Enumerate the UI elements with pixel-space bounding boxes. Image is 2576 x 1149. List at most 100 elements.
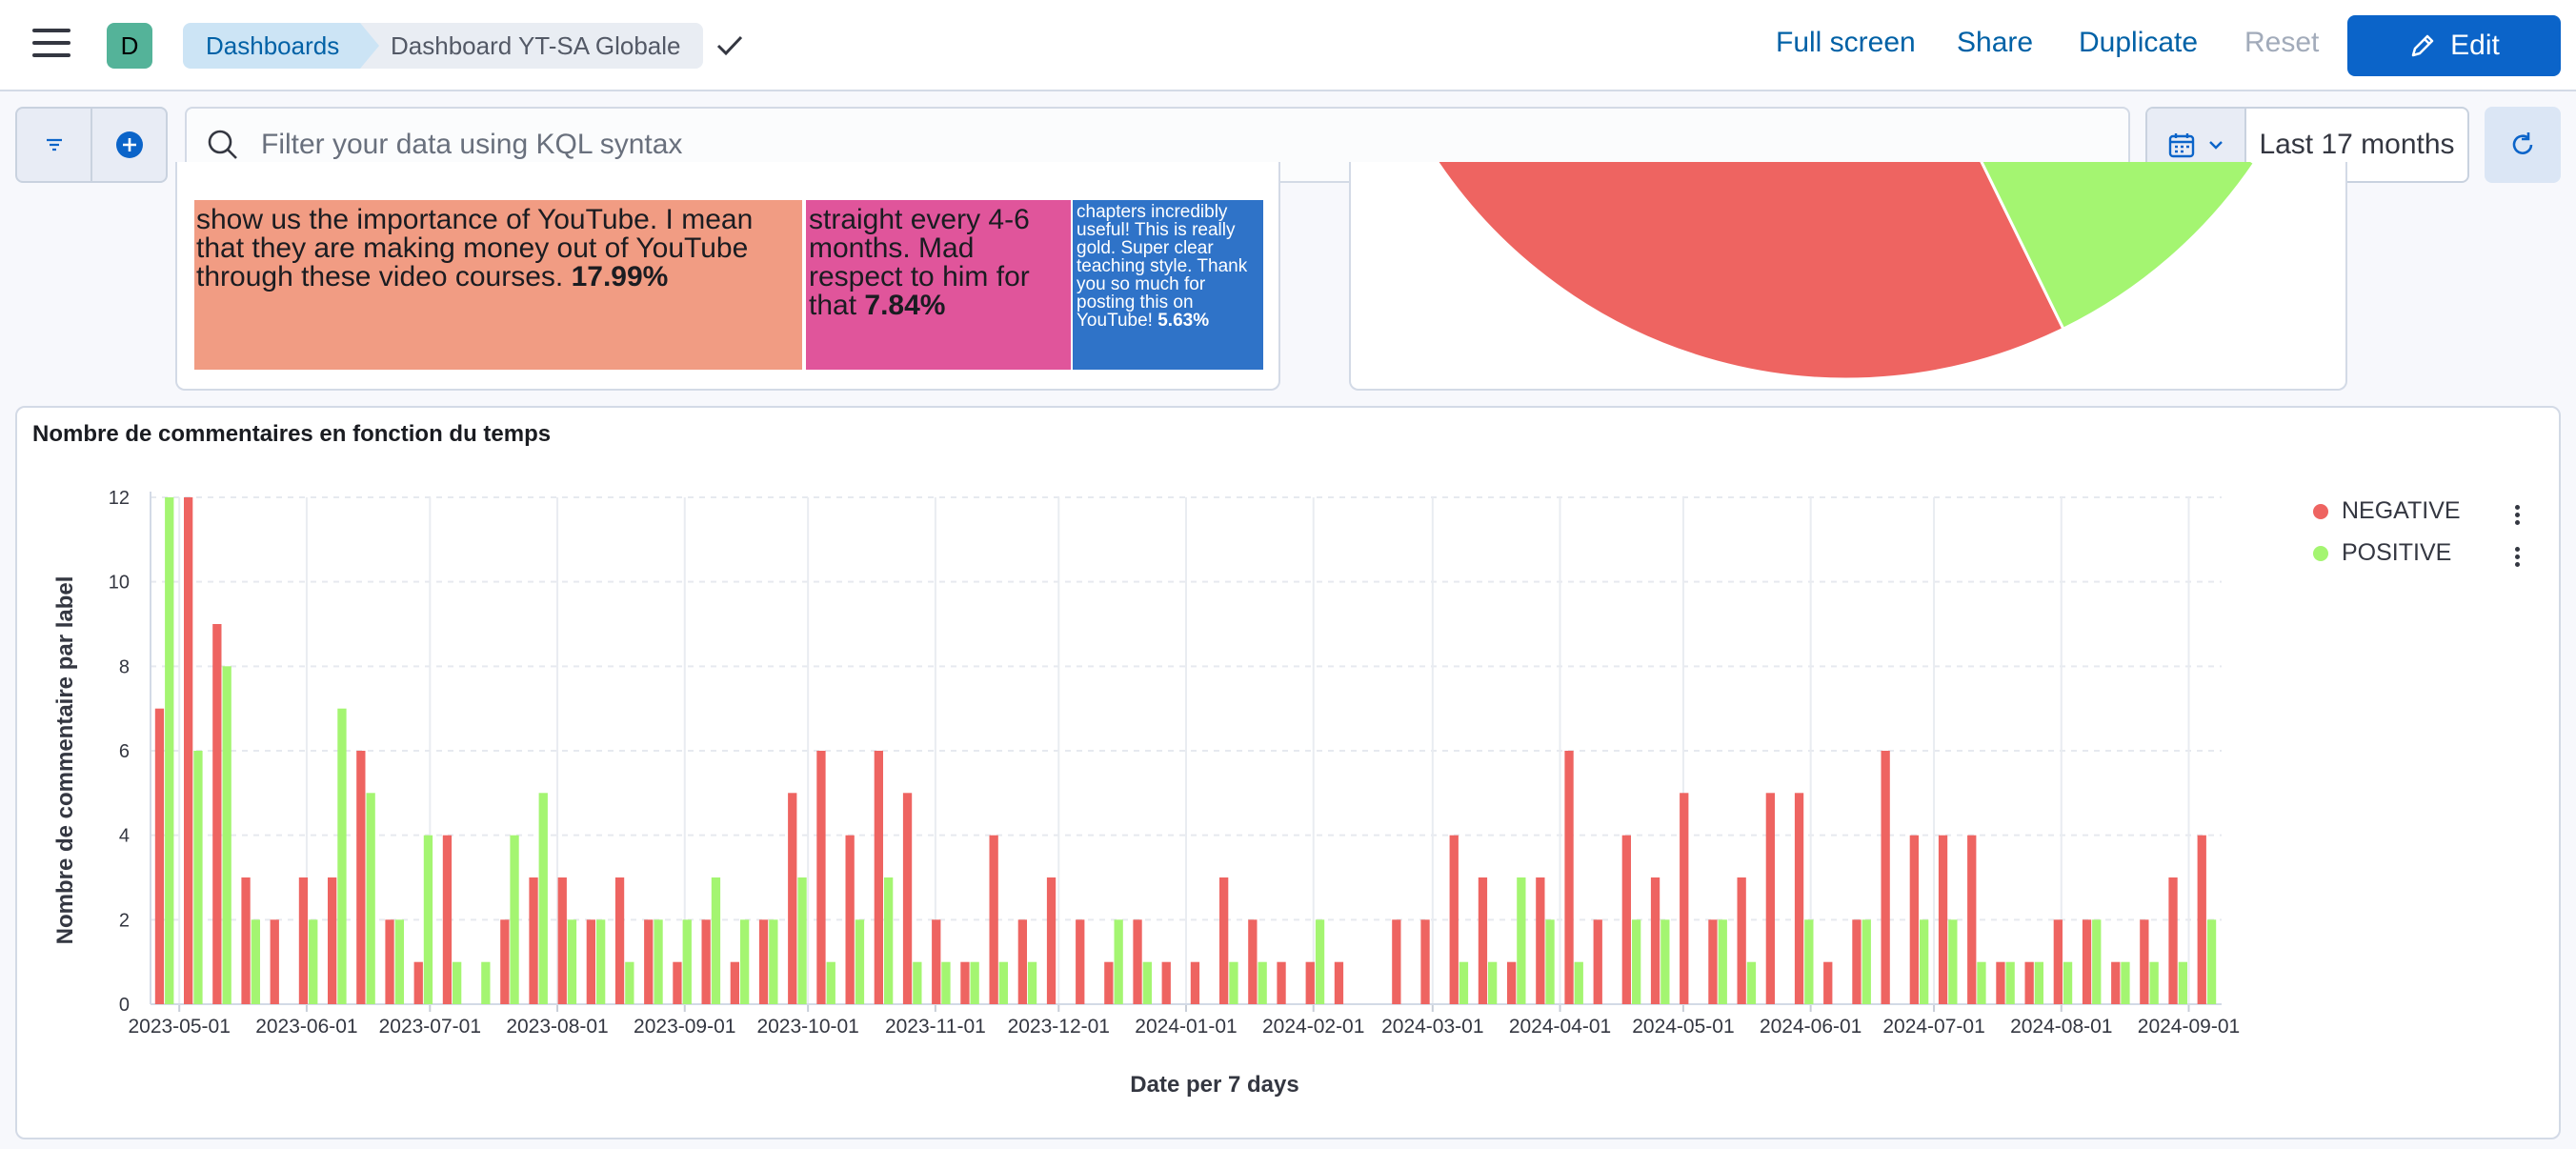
filter-menu-button[interactable] [17,109,92,181]
bar-negative [328,877,337,1004]
menu-icon[interactable] [32,29,70,63]
x-tick-label: 2024-06-01 [1760,1016,1862,1038]
reset-button[interactable]: Reset [2244,27,2319,59]
bar-positive [510,835,519,1004]
duplicate-button[interactable]: Duplicate [2079,27,2198,59]
bar-positive [2005,961,2015,1004]
bar-negative [586,919,595,1004]
add-filter-button[interactable] [92,109,166,181]
calendar-icon [2168,133,2195,158]
x-tick-label: 2024-07-01 [1882,1016,1984,1038]
x-tick-label: 2023-08-01 [506,1016,608,1038]
space-avatar[interactable]: D [107,23,152,69]
filter-controls [15,107,168,183]
filter-icon [46,138,62,151]
legend-item-negative[interactable]: NEGATIVE [2313,497,2461,525]
x-tick-label: 2023-07-01 [379,1016,481,1038]
chevron-down-icon [2209,141,2223,150]
breadcrumb-current-dashboard: Dashboard YT-SA Globale [360,23,704,69]
x-tick-label: 2023-11-01 [885,1016,986,1038]
pie-slice-negative[interactable] [1421,162,2065,381]
bar-positive [1660,919,1670,1004]
full-screen-button[interactable]: Full screen [1776,27,1916,59]
bar-positive [682,919,692,1004]
bar-positive [251,919,260,1004]
bar-negative [442,835,453,1004]
plus-circle-icon [115,131,143,158]
y-axis-title: Nombre de commentaire par label [52,576,78,945]
bar-positive [596,919,606,1004]
legend-item-positive[interactable]: POSITIVE [2313,539,2451,567]
bar-negative [2197,835,2206,1004]
bar-negative [932,919,941,1004]
treemap-cell[interactable]: straight every 4-6 months. Mad respect t… [806,200,1071,370]
bar-negative [1076,919,1085,1004]
refresh-button[interactable] [2485,107,2561,183]
bar-negative [1305,961,1315,1004]
bar-negative [212,624,222,1004]
bar-negative [644,919,654,1004]
bar-positive [2149,961,2159,1004]
bar-positive [2063,961,2073,1004]
bar-positive [1258,961,1267,1004]
bar-positive [1315,919,1325,1004]
bar-negative [2111,961,2121,1004]
treemap-cell[interactable]: show us the importance of YouTube. I mea… [194,200,802,370]
y-tick-label: 10 [109,573,130,594]
bar-negative [788,793,797,1004]
bar-negative [1593,919,1602,1004]
bar-negative [2082,919,2092,1004]
bar-positive [711,877,721,1004]
bar-positive [998,961,1008,1004]
bar-negative [1392,919,1401,1004]
bar-negative [1248,919,1258,1004]
edit-button[interactable]: Edit [2347,15,2561,76]
treemap-cell[interactable]: chapters incredibly useful! This is real… [1073,200,1263,370]
bar-negative [500,919,510,1004]
bar-negative [1334,961,1344,1004]
bar-negative [960,961,970,1004]
bar-positive [453,961,462,1004]
legend-label: NEGATIVE [2342,497,2461,524]
bar-negative [1737,877,1746,1004]
bar-positive [2178,961,2187,1004]
legend-options-icon[interactable] [2515,505,2521,528]
x-tick-label: 2024-03-01 [1381,1016,1483,1038]
bar-positive [222,666,231,1004]
bar-negative [1420,919,1430,1004]
breadcrumb-dashboards[interactable]: Dashboards [183,23,389,69]
legend-dot [2313,503,2328,519]
bar-negative [1104,961,1114,1004]
bar-positive [193,751,203,1004]
share-button[interactable]: Share [1957,27,2033,59]
bar-negative [1449,835,1459,1004]
bar-negative [701,919,711,1004]
bar-positive [1920,919,1929,1004]
bar-negative [1507,961,1517,1004]
bar-positive [941,961,951,1004]
bar-chart: 0 2 4 6 8 10 12 2023-05-01 2023-06-01 2023-07-01 2… [52,488,2240,1098]
treemap-cell-percent: 5.63% [1157,311,1210,331]
treemap-panel: show us the importance of YouTube. I mea… [175,162,1280,391]
bar-positive [309,919,318,1004]
bar-negative [1536,877,1545,1004]
x-tick-label: 2023-10-01 [756,1016,858,1038]
legend-options-icon[interactable] [2515,547,2521,570]
bar-positive [2092,919,2102,1004]
x-tick-label: 2023-06-01 [255,1016,357,1038]
bar-negative [1046,877,1057,1004]
bar-negative [1478,877,1488,1004]
bar-negative [816,751,826,1004]
bar-positive [2206,919,2217,1004]
bar-negative [298,877,309,1004]
bar-negative [1017,919,1027,1004]
x-tick-label: 2024-09-01 [2138,1016,2240,1038]
bar-negative [1794,793,1804,1004]
x-tick-label: 2024-04-01 [1509,1016,1611,1038]
x-tick-label: 2023-05-01 [128,1016,230,1038]
bar-positive [769,919,778,1004]
bar-negative [1823,961,1833,1004]
y-tick-label: 2 [119,910,130,931]
x-tick-label: 2023-12-01 [1008,1016,1110,1038]
bar-negative [1277,961,1286,1004]
